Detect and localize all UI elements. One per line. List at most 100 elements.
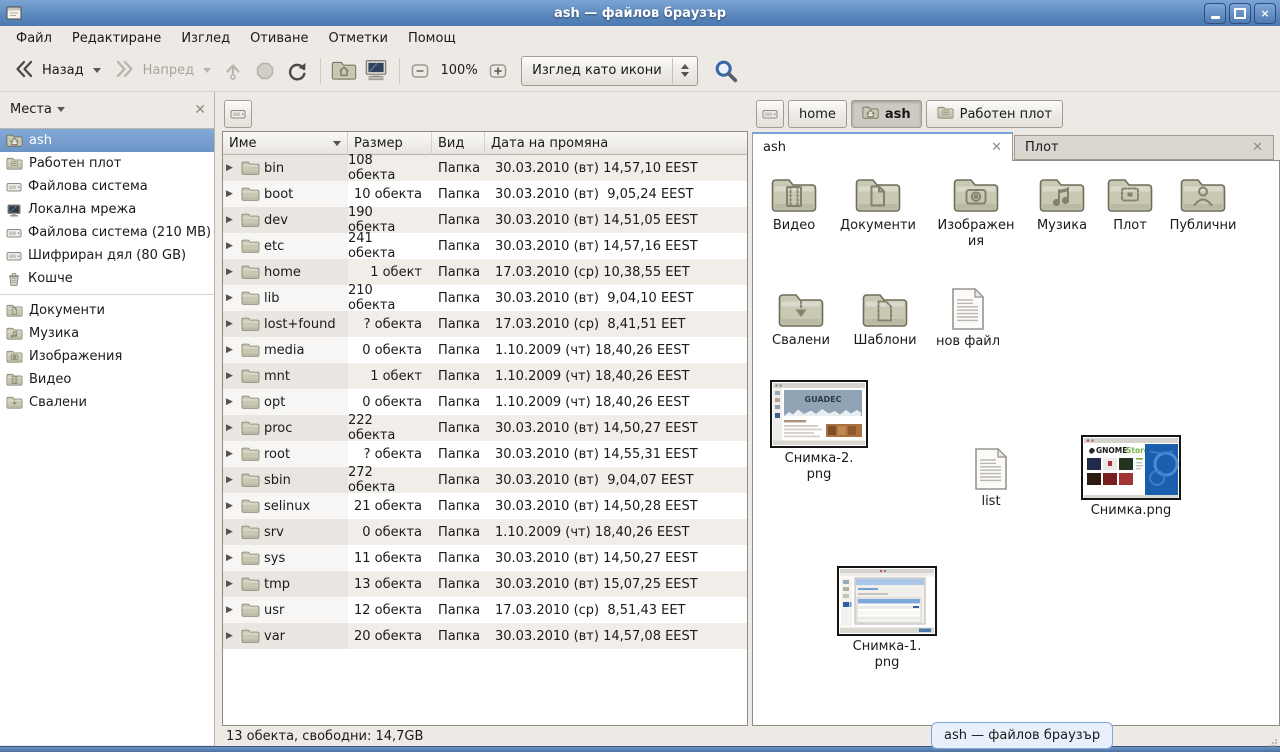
zoom-in-button[interactable] (485, 55, 511, 87)
expander-icon[interactable]: ▶ (226, 320, 237, 329)
cell-name[interactable]: ▶ boot (223, 181, 348, 207)
file-icon-templates[interactable]: Шаблони (839, 290, 931, 349)
expander-icon[interactable]: ▶ (226, 632, 237, 641)
file-icon-snimka-2[interactable]: GUADEC Снимка-2. png (764, 380, 874, 483)
table-row[interactable]: ▶ bin108 обектаПапка30.03.2010 (вт) 14,5… (223, 155, 747, 181)
menu-item-3[interactable]: Отиване (240, 28, 318, 49)
file-icon-list[interactable]: list (945, 447, 1037, 510)
sidebar-item-music[interactable]: Музика (0, 322, 214, 345)
sidebar-item-downloads[interactable]: Свалени (0, 391, 214, 414)
table-row[interactable]: ▶ etc241 обектаПапка30.03.2010 (вт) 14,5… (223, 233, 747, 259)
close-button[interactable]: × (1254, 3, 1276, 24)
tab-plot[interactable]: Плот✕ (1014, 135, 1274, 160)
expander-icon[interactable]: ▶ (226, 398, 237, 407)
expander-icon[interactable]: ▶ (226, 424, 237, 433)
column-header-type[interactable]: Вид (432, 132, 485, 155)
table-row[interactable]: ▶ opt0 обектаПапка1.10.2009 (чт) 18,40,2… (223, 389, 747, 415)
sidebar-item-desktop[interactable]: Работен плот (0, 152, 214, 175)
expander-icon[interactable]: ▶ (226, 294, 237, 303)
back-button[interactable]: Назад (6, 53, 107, 89)
tab-close-icon[interactable]: ✕ (991, 140, 1002, 155)
table-row[interactable]: ▶ proc222 обектаПапка30.03.2010 (вт) 14,… (223, 415, 747, 441)
column-header-name[interactable]: Име (223, 132, 348, 155)
sidebar-item-documents[interactable]: Документи (0, 299, 214, 322)
maximize-button[interactable] (1229, 3, 1251, 24)
stop-button[interactable] (249, 55, 281, 87)
table-row[interactable]: ▶ tmp13 обектаПапка30.03.2010 (вт) 15,07… (223, 571, 747, 597)
sidebar-item-video[interactable]: Видео (0, 368, 214, 391)
expander-icon[interactable]: ▶ (226, 580, 237, 589)
column-header-date[interactable]: Дата на промяна (485, 132, 747, 155)
view-mode-spinner-icon[interactable] (672, 58, 697, 84)
zoom-out-button[interactable] (407, 55, 433, 87)
cell-name[interactable]: ▶ home (223, 259, 348, 285)
path-button-ash[interactable]: ash (851, 100, 922, 128)
menu-item-4[interactable]: Отметки (318, 28, 397, 49)
expander-icon[interactable]: ▶ (226, 190, 237, 199)
file-icon-images[interactable]: Изображен ия (930, 175, 1022, 250)
cell-name[interactable]: ▶ root (223, 441, 348, 467)
sidebar-item-images[interactable]: Изображения (0, 345, 214, 368)
table-row[interactable]: ▶ sbin272 обектаПапка30.03.2010 (вт) 9,0… (223, 467, 747, 493)
table-row[interactable]: ▶ lost+found? обектаПапка17.03.2010 (ср)… (223, 311, 747, 337)
sidebar-item-filesystem-210mb[interactable]: Файлова система (210 MB) (0, 221, 214, 244)
expander-icon[interactable]: ▶ (226, 372, 237, 381)
sidebar-item-filesystem[interactable]: Файлова система (0, 175, 214, 198)
sidebar-item-local-network[interactable]: Локална мрежа (0, 198, 214, 221)
forward-button[interactable]: Напред (107, 53, 217, 89)
file-icon-new-file[interactable]: нов файл (922, 287, 1014, 350)
table-row[interactable]: ▶ home1 обектПапка17.03.2010 (ср) 10,38,… (223, 259, 747, 285)
expander-icon[interactable]: ▶ (226, 554, 237, 563)
home-button[interactable] (328, 55, 360, 87)
table-row[interactable]: ▶ var20 обектаПапка30.03.2010 (вт) 14,57… (223, 623, 747, 649)
icon-view[interactable]: Видео Документи Изображен ия Музика Плот… (752, 160, 1280, 726)
expander-icon[interactable]: ▶ (226, 216, 237, 225)
file-icon-video[interactable]: Видео (752, 175, 840, 234)
menu-item-5[interactable]: Помощ (398, 28, 466, 49)
file-icon-snimka[interactable]: GNOME Store Снимка.png (1076, 435, 1186, 519)
minimize-button[interactable] (1204, 3, 1226, 24)
expander-icon[interactable]: ▶ (226, 242, 237, 251)
menu-item-2[interactable]: Изглед (171, 28, 240, 49)
expander-icon[interactable]: ▶ (226, 268, 237, 277)
table-row[interactable]: ▶ dev190 обектаПапка30.03.2010 (вт) 14,5… (223, 207, 747, 233)
cell-name[interactable]: ▶ selinux (223, 493, 348, 519)
cell-name[interactable]: ▶ dev (223, 207, 348, 233)
table-row[interactable]: ▶ selinux21 обектаПапка30.03.2010 (вт) 1… (223, 493, 747, 519)
table-row[interactable]: ▶ usr12 обектаПапка17.03.2010 (ср) 8,51,… (223, 597, 747, 623)
cell-name[interactable]: ▶ mnt (223, 363, 348, 389)
expander-icon[interactable]: ▶ (226, 606, 237, 615)
forward-history-chevron-icon[interactable] (203, 68, 211, 73)
cell-name[interactable]: ▶ sys (223, 545, 348, 571)
reload-button[interactable] (281, 55, 313, 87)
file-icon-snimka-1[interactable]: Снимка-1. png (832, 566, 942, 671)
sidebar-item-encrypted-80gb[interactable]: Шифриран дял (80 GB) (0, 244, 214, 267)
expander-icon[interactable]: ▶ (226, 528, 237, 537)
table-row[interactable]: ▶ media0 обектаПапка1.10.2009 (чт) 18,40… (223, 337, 747, 363)
table-row[interactable]: ▶ mnt1 обектПапка1.10.2009 (чт) 18,40,26… (223, 363, 747, 389)
expander-icon[interactable]: ▶ (226, 476, 237, 485)
path-button-home[interactable]: home (788, 100, 847, 128)
cell-name[interactable]: ▶ lost+found (223, 311, 348, 337)
sidebar-close-icon[interactable]: ✕ (194, 102, 206, 118)
table-row[interactable]: ▶ srv0 обектаПапка1.10.2009 (чт) 18,40,2… (223, 519, 747, 545)
cell-name[interactable]: ▶ lib (223, 285, 348, 311)
search-button[interactable] (710, 55, 742, 87)
sidebar-item-trash[interactable]: Кошче (0, 267, 214, 290)
menu-item-0[interactable]: Файл (6, 28, 62, 49)
cell-name[interactable]: ▶ media (223, 337, 348, 363)
column-header-size[interactable]: Размер (348, 132, 432, 155)
table-row[interactable]: ▶ sys11 обектаПапка30.03.2010 (вт) 14,50… (223, 545, 747, 571)
path-button-desktop[interactable]: Работен плот (926, 100, 1063, 128)
cell-name[interactable]: ▶ bin (223, 155, 348, 181)
tab-close-icon[interactable]: ✕ (1252, 140, 1263, 155)
menu-item-1[interactable]: Редактиране (62, 28, 171, 49)
tab-ash[interactable]: ash✕ (752, 132, 1013, 161)
view-mode-select[interactable]: Изглед като икони (521, 56, 698, 86)
expander-icon[interactable]: ▶ (226, 502, 237, 511)
computer-button[interactable] (360, 55, 392, 87)
sidebar-title[interactable]: Места (10, 102, 52, 117)
cell-name[interactable]: ▶ tmp (223, 571, 348, 597)
cell-name[interactable]: ▶ sbin (223, 467, 348, 493)
cell-name[interactable]: ▶ var (223, 623, 348, 649)
